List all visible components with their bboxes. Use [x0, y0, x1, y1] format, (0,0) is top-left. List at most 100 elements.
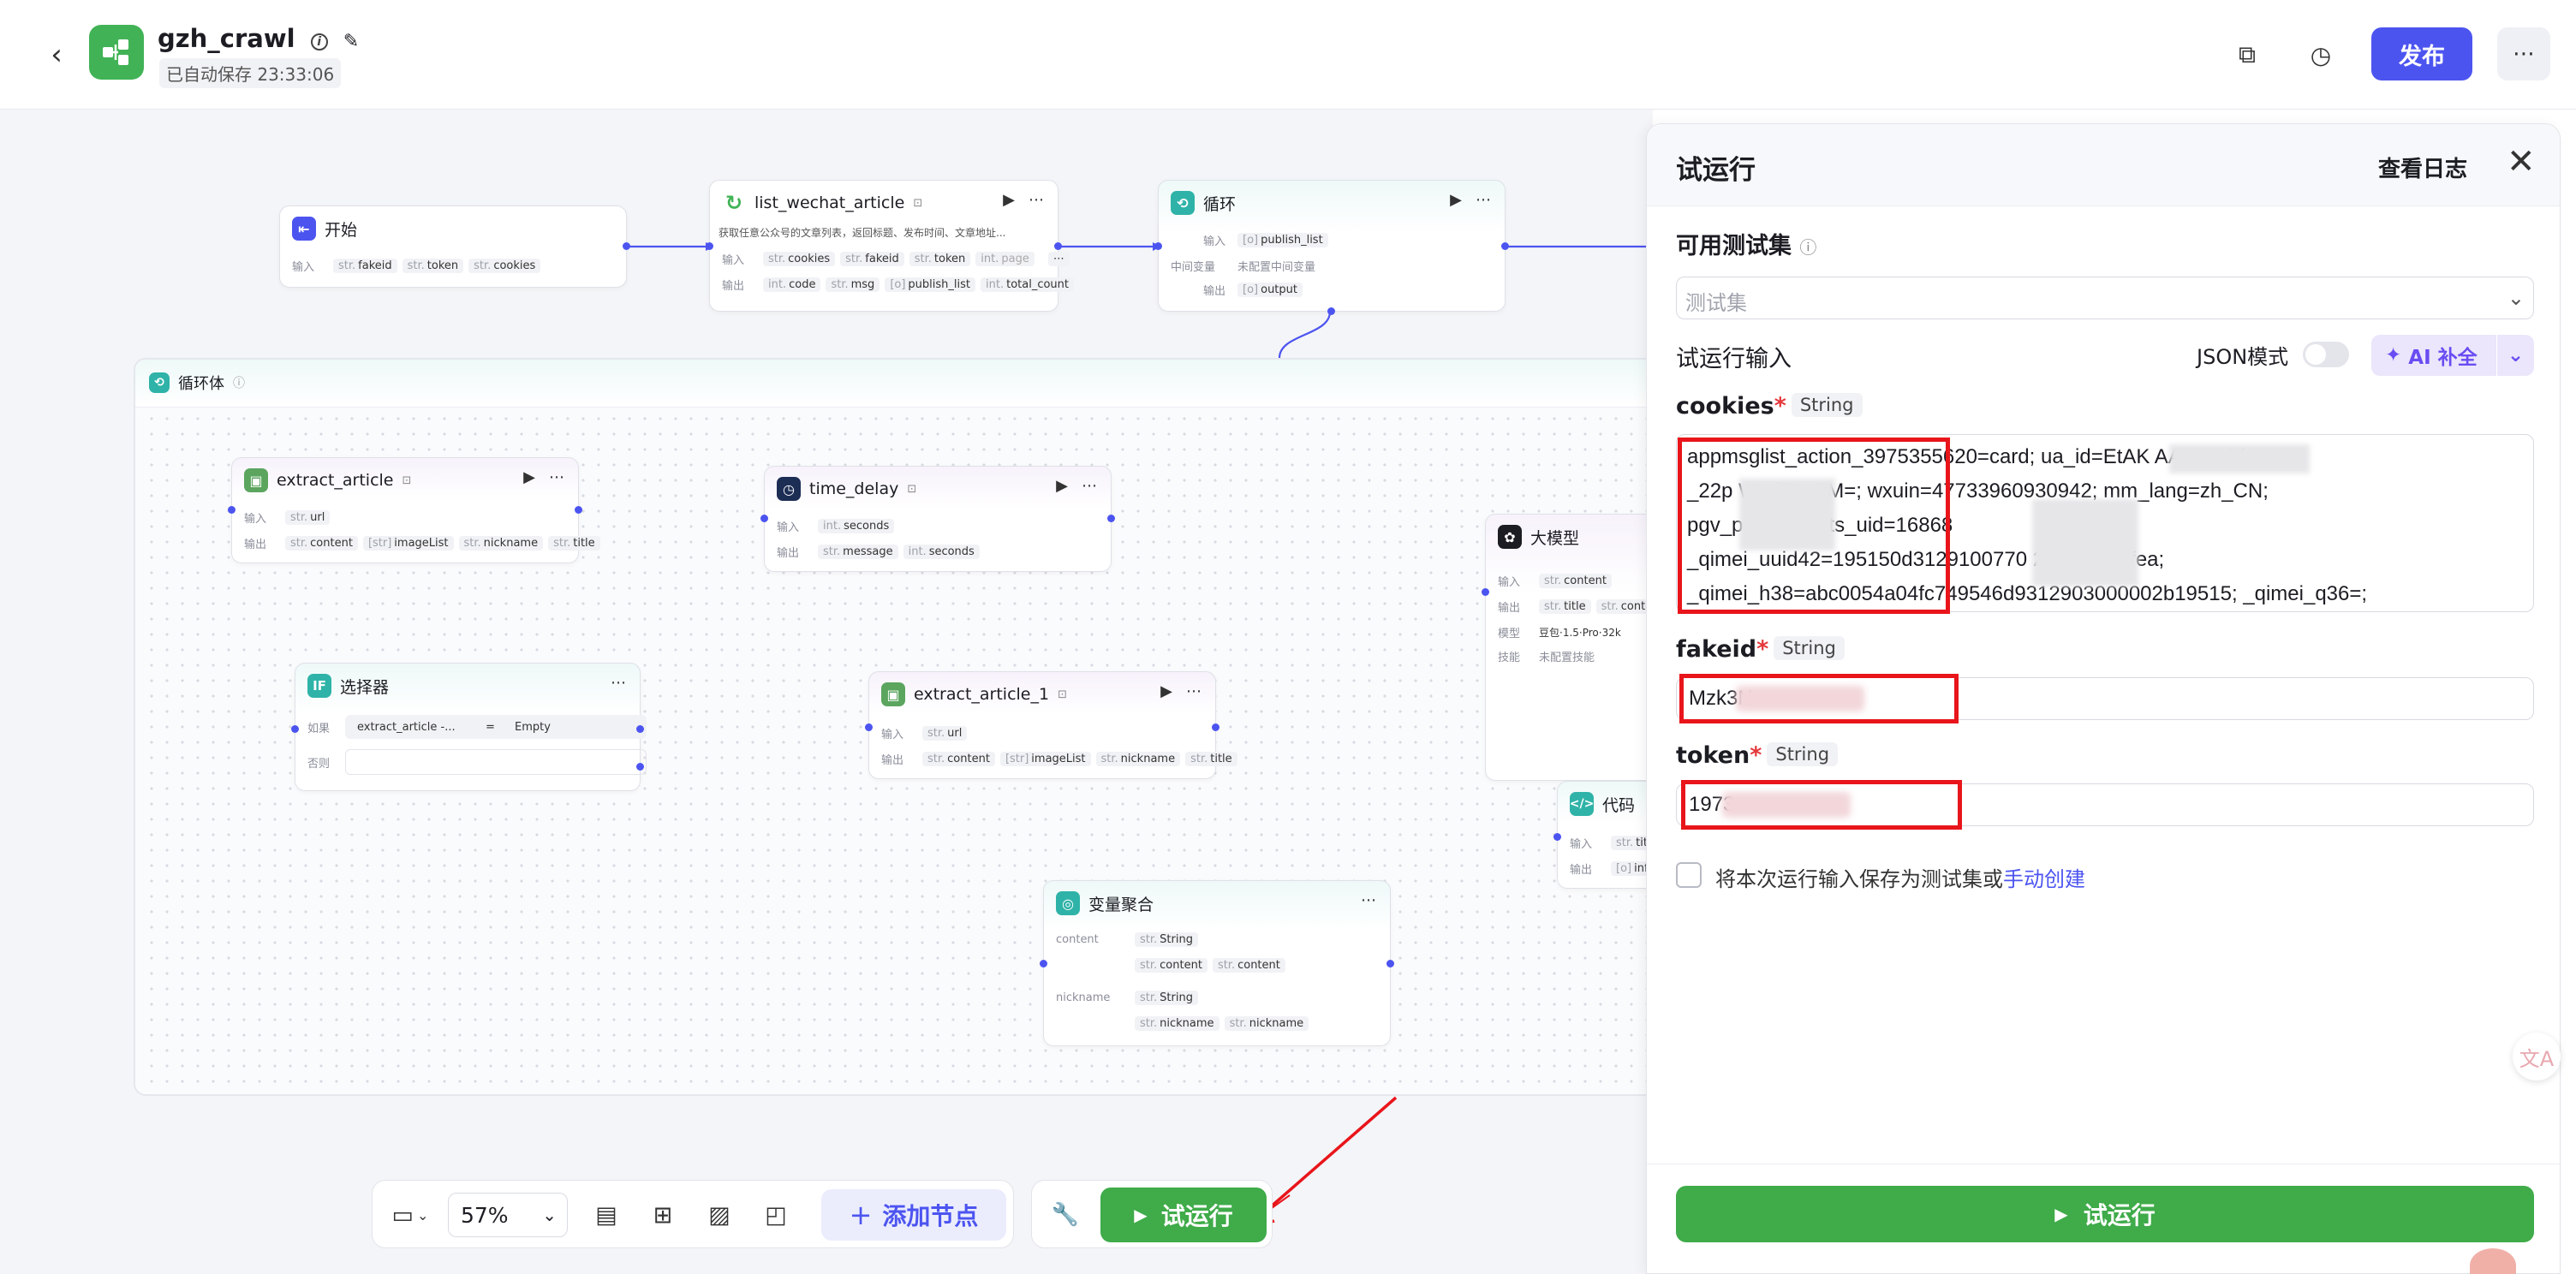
- redaction-blur: [2169, 444, 2310, 473]
- chevron-down-icon: ⌄: [2507, 287, 2525, 310]
- minimap-icon[interactable]: ◰: [754, 1191, 797, 1239]
- node-selector[interactable]: IF 选择器 ⋯ 如果 extract_article -... = Empty …: [291, 663, 647, 791]
- canvas-toolbar: ▭ ⌄ 57% ⌄ ▤ ⊞ ▨ ◰ + 添加节点: [372, 1180, 1014, 1248]
- token-label: token* String: [1676, 742, 1839, 769]
- run-node-icon[interactable]: ▶: [1450, 191, 1462, 209]
- run-node-icon[interactable]: ▶: [1160, 682, 1172, 700]
- back-icon[interactable]: ‹: [39, 38, 74, 72]
- clock-icon: ◷: [777, 477, 801, 501]
- info-icon[interactable]: ⓘ: [233, 374, 245, 391]
- input-port[interactable]: [1482, 588, 1489, 596]
- input-port[interactable]: [1040, 960, 1047, 967]
- node-code[interactable]: </>代码 输入str.title 输出[o]info: [1553, 781, 1653, 889]
- node-time-delay[interactable]: ◷ time_delay ⊡ ▶ ⋯ 输入 int. seconds 输出 str. mes…: [760, 466, 1115, 572]
- publish-button[interactable]: 发布: [2371, 27, 2472, 80]
- panel-run-button[interactable]: ▶ 试运行: [1676, 1186, 2534, 1242]
- redaction-blur: [2032, 499, 2138, 586]
- json-mode-toggle[interactable]: [2303, 342, 2349, 367]
- code-icon: </>: [1570, 792, 1594, 816]
- output-port[interactable]: [575, 506, 582, 514]
- run-node-icon[interactable]: ▶: [523, 468, 535, 486]
- zoom-select[interactable]: 57% ⌄: [448, 1193, 568, 1237]
- run-node-icon[interactable]: ▶: [1056, 477, 1068, 495]
- view-log-button[interactable]: 查看日志: [2378, 152, 2467, 183]
- node-more-icon[interactable]: ⋯: [611, 674, 626, 692]
- chevron-down-icon[interactable]: ⌄: [2496, 335, 2534, 376]
- input-port[interactable]: [291, 725, 299, 733]
- node-extract-article[interactable]: ▣ extract_article ⊡ ▶ ⋯ 输入 str. url 输出 str. co…: [228, 457, 600, 563]
- workflow-canvas[interactable]: ⇤ 开始 输入 str. fakeid str. token str. cookies …: [0, 110, 1653, 1274]
- input-port[interactable]: [760, 515, 768, 522]
- add-node-button[interactable]: + 添加节点: [821, 1189, 1006, 1241]
- plugin-icon: ↻: [722, 191, 746, 215]
- fakeid-label: fakeid* String: [1676, 636, 1845, 663]
- run-node-icon[interactable]: ▶: [1003, 191, 1015, 209]
- app-title-row: gzh_crawl i ✎: [158, 24, 359, 53]
- input-port[interactable]: [1154, 242, 1162, 250]
- cookies-label: cookies* String: [1676, 393, 1863, 420]
- output-port[interactable]: [1054, 242, 1062, 250]
- panel-title: 试运行: [1676, 155, 1756, 186]
- node-variable-aggregation[interactable]: ◎ 变量聚合 ⋯ content str. String str. content str…: [1040, 880, 1394, 1046]
- comment-icon[interactable]: ▤: [585, 1191, 628, 1239]
- node-more-icon[interactable]: ⋯: [1186, 682, 1202, 700]
- if-icon: IF: [307, 674, 331, 698]
- input-port[interactable]: [865, 723, 873, 731]
- merge-icon: ◎: [1056, 891, 1080, 915]
- edit-icon[interactable]: ✎: [343, 31, 359, 52]
- more-icon[interactable]: ⋯: [2497, 27, 2550, 80]
- node-more-icon[interactable]: ⋯: [1476, 191, 1491, 209]
- copy-icon[interactable]: ⧉: [2228, 36, 2266, 74]
- node-more-icon[interactable]: ⋯: [1361, 891, 1376, 909]
- save-testset-checkbox[interactable]: [1676, 862, 1702, 888]
- wrench-icon[interactable]: 🔧: [1044, 1191, 1087, 1239]
- input-port[interactable]: [706, 242, 713, 250]
- test-run-panel: 试运行 查看日志 ✕ 可用测试集 ⓘ 测试集 ⌄ 试运行输入 JSON模式 ✦ AI…: [1646, 123, 2561, 1274]
- loop-icon: ⟲: [1171, 191, 1195, 215]
- image-plugin-icon: ▣: [881, 682, 905, 706]
- if-port[interactable]: [636, 725, 644, 733]
- output-port[interactable]: [623, 242, 630, 250]
- json-mode-label: JSON模式: [2197, 345, 2289, 369]
- node-list-wechat-article[interactable]: ↻ list_wechat_article ⊡ ▶ ⋯ 获取任意公众号的文章列表，返回…: [706, 180, 1074, 312]
- top-bar: ‹ gzh_crawl i ✎ 已自动保存 23:33:06 ⧉ ◷ 发布 ⋯: [0, 0, 2576, 110]
- info-icon[interactable]: i: [310, 33, 328, 51]
- else-port[interactable]: [636, 763, 644, 771]
- output-port[interactable]: [1501, 242, 1509, 250]
- testset-label: 可用测试集 ⓘ: [1676, 233, 1817, 259]
- testset-select[interactable]: 测试集 ⌄: [1676, 277, 2534, 319]
- node-extract-article-1[interactable]: ▣ extract_article_1 ⊡ ▶ ⋯ 输入 str. url 输出 str.…: [865, 671, 1237, 779]
- image-plugin-icon: ▣: [244, 468, 268, 492]
- node-start[interactable]: ⇤ 开始 输入 str. fakeid str. token str. cookies: [279, 205, 630, 288]
- manual-create-link[interactable]: 手动创建: [2003, 867, 2085, 891]
- translate-icon[interactable]: 文A: [2513, 1033, 2561, 1081]
- start-icon: ⇤: [292, 217, 316, 241]
- model-icon: ✿: [1498, 525, 1522, 549]
- run-toolbar: 🔧 ▶ 试运行: [1031, 1180, 1273, 1248]
- output-port[interactable]: [1107, 515, 1115, 522]
- close-icon[interactable]: ✕: [2507, 145, 2536, 179]
- node-more-icon[interactable]: ⋯: [549, 468, 564, 486]
- play-icon: ▶: [2054, 1204, 2068, 1224]
- input-port[interactable]: [1553, 833, 1561, 841]
- info-icon[interactable]: ⓘ: [1799, 237, 1816, 258]
- node-loop[interactable]: ⟲ 循环 ▶ ⋯ 输入 [o] publish_list 中间变量 未配置中间变量 输出[…: [1154, 180, 1509, 315]
- app-title: gzh_crawl: [158, 24, 295, 53]
- image-icon[interactable]: ▨: [698, 1191, 741, 1239]
- history-icon[interactable]: ◷: [2302, 36, 2340, 74]
- output-port[interactable]: [1386, 960, 1394, 967]
- node-more-icon[interactable]: ⋯: [1082, 477, 1097, 495]
- grid-icon[interactable]: ⊞: [641, 1191, 684, 1239]
- test-run-button[interactable]: ▶ 试运行: [1100, 1188, 1267, 1242]
- loop-body-port[interactable]: [1327, 307, 1335, 315]
- layout-icon[interactable]: ▭ ⌄: [385, 1191, 436, 1239]
- input-port[interactable]: [228, 506, 236, 514]
- run-input-label: 试运行输入: [1676, 346, 1792, 372]
- ai-fill-button[interactable]: ✦ AI 补全 ⌄: [2371, 335, 2534, 376]
- loop-icon: ⟲: [149, 372, 170, 393]
- output-port[interactable]: [1212, 723, 1219, 731]
- highlight-box: [1679, 674, 1959, 723]
- node-more-icon[interactable]: ⋯: [1029, 191, 1044, 209]
- play-icon: ▶: [1134, 1205, 1148, 1225]
- node-llm[interactable]: ✿大模型 输入str.content 输出str.titlestr.conten…: [1482, 514, 1653, 781]
